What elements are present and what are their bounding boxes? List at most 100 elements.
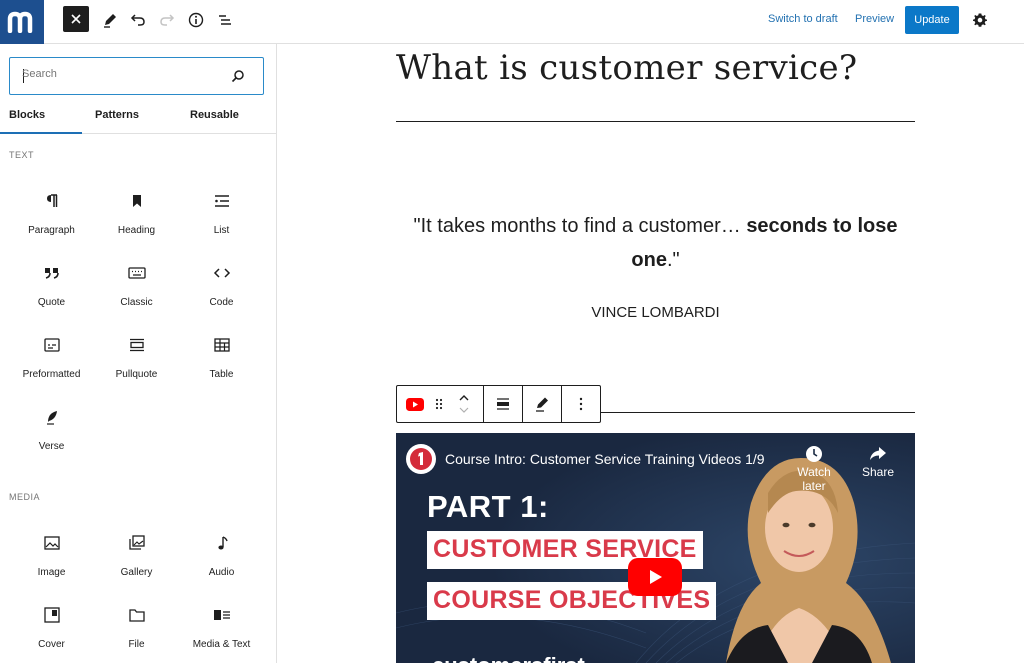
pullquote-text[interactable]: "It takes months to find a customer… sec…: [396, 209, 915, 277]
block-label: Table: [209, 369, 234, 380]
paragraph-icon: [46, 194, 57, 207]
redo-icon: [160, 14, 175, 26]
switch-to-draft-link[interactable]: Switch to draft: [768, 13, 838, 25]
preview-link[interactable]: Preview: [855, 13, 894, 25]
close-icon: [71, 14, 81, 24]
channel-logo-icon: [410, 448, 432, 470]
edit-tools-button[interactable]: [96, 6, 124, 34]
share-arrow-icon: [870, 447, 886, 460]
section-title-media: MEDIA: [9, 492, 41, 502]
bookmark-icon: [132, 195, 141, 207]
quote-normal-text: "It takes months to find a customer…: [413, 215, 747, 237]
block-list[interactable]: List: [179, 191, 264, 251]
block-preformatted[interactable]: Preformatted: [9, 335, 94, 395]
block-inserter-panel: Blocks Patterns Reusable TEXT Paragraph …: [0, 44, 277, 663]
block-toolbar: [396, 385, 601, 423]
vertical-ellipsis-icon: [579, 397, 583, 411]
block-label: Classic: [120, 297, 153, 308]
table-icon: [213, 338, 230, 352]
quote-end-text: .": [666, 249, 680, 271]
list-view-button[interactable]: [211, 6, 239, 34]
block-verse[interactable]: Verse: [9, 407, 94, 467]
youtube-icon: [406, 397, 424, 411]
block-cover[interactable]: Cover: [9, 605, 94, 665]
youtube-embed[interactable]: Course Intro: Customer Service Training …: [396, 433, 915, 663]
block-label: Code: [209, 297, 234, 308]
thumbnail-brand: customersfirst: [432, 653, 585, 663]
gear-icon: [973, 13, 987, 27]
gallery-icon: [128, 535, 145, 550]
block-audio[interactable]: Audio: [179, 533, 264, 593]
play-icon: [650, 570, 662, 584]
details-button[interactable]: [182, 6, 210, 34]
code-icon: [213, 268, 230, 278]
info-icon: [188, 12, 204, 28]
move-up-down-buttons[interactable]: [453, 386, 475, 422]
edit-url-button[interactable]: [523, 386, 561, 422]
block-label: List: [213, 225, 230, 236]
drag-handle-icon: [435, 398, 443, 410]
settings-button[interactable]: [966, 6, 994, 34]
update-button[interactable]: Update: [905, 6, 959, 34]
undo-button[interactable]: [124, 6, 152, 34]
close-inserter-button[interactable]: [63, 6, 89, 32]
quote-citation[interactable]: VINCE LOMBARDI: [396, 304, 915, 321]
align-wide-icon: [497, 398, 509, 410]
block-classic[interactable]: Classic: [94, 263, 179, 323]
tab-patterns[interactable]: Patterns: [95, 109, 139, 121]
channel-avatar[interactable]: [406, 444, 436, 474]
play-button[interactable]: [628, 558, 682, 596]
block-label: Gallery: [120, 567, 153, 578]
more-options-button[interactable]: [562, 386, 600, 422]
chevron-up-down-icon: [459, 395, 469, 413]
block-gallery[interactable]: Gallery: [94, 533, 179, 593]
quote-icon: [44, 268, 59, 279]
block-file[interactable]: File: [94, 605, 179, 665]
block-image[interactable]: Image: [9, 533, 94, 593]
post-title[interactable]: What is customer service?: [396, 48, 857, 88]
block-quote[interactable]: Quote: [9, 263, 94, 323]
image-icon: [43, 536, 60, 550]
list-view-icon: [219, 15, 231, 25]
block-label: Heading: [117, 225, 156, 236]
drag-handle[interactable]: [431, 386, 447, 422]
separator: [396, 121, 915, 122]
search-icon: [231, 70, 244, 83]
thumbnail-part-text: PART 1:: [427, 489, 549, 524]
block-heading[interactable]: Heading: [94, 191, 179, 251]
block-label: Preformatted: [22, 369, 81, 380]
brand-text: customersfirst: [432, 653, 585, 663]
section-title-text: TEXT: [9, 150, 35, 160]
cover-icon: [43, 607, 60, 623]
folder-icon: [128, 609, 145, 622]
block-label: Image: [37, 567, 66, 578]
align-button[interactable]: [484, 386, 522, 422]
block-media-text[interactable]: Media & Text: [179, 605, 264, 665]
block-paragraph[interactable]: Paragraph: [9, 191, 94, 251]
block-label: Quote: [37, 297, 66, 308]
pencil-icon: [536, 397, 548, 412]
video-title[interactable]: Course Intro: Customer Service Training …: [445, 451, 765, 467]
redo-button[interactable]: [153, 6, 181, 34]
block-table[interactable]: Table: [179, 335, 264, 395]
share-button[interactable]: Share: [848, 443, 908, 479]
share-label: Share: [861, 465, 895, 479]
search-input[interactable]: [22, 68, 222, 80]
watch-later-label: Watch later: [797, 465, 831, 493]
music-note-icon: [217, 536, 228, 550]
block-label: Audio: [208, 567, 235, 578]
tab-blocks[interactable]: Blocks: [9, 109, 45, 121]
pullquote-icon: [129, 338, 144, 352]
keyboard-icon: [127, 267, 146, 279]
undo-icon: [130, 14, 145, 26]
block-pullquote[interactable]: Pullquote: [94, 335, 179, 395]
top-toolbar: Switch to draft Preview Update: [0, 0, 1024, 44]
watch-later-button[interactable]: Watch later: [784, 443, 844, 493]
media-text-icon: [213, 610, 230, 620]
block-search[interactable]: [9, 57, 264, 95]
block-type-button[interactable]: [397, 386, 433, 422]
tab-reusable[interactable]: Reusable: [190, 109, 239, 121]
block-code[interactable]: Code: [179, 263, 264, 323]
active-tab-indicator: [0, 132, 82, 134]
site-logo[interactable]: [0, 0, 44, 44]
